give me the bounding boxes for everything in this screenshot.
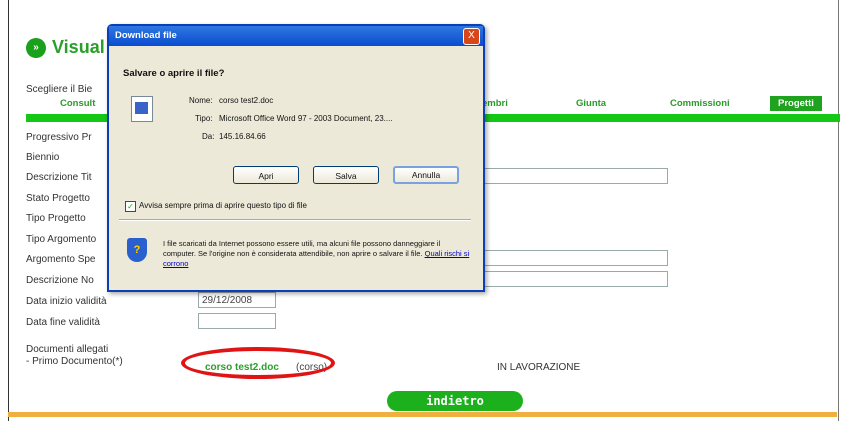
- from-value: 145.16.84.66: [219, 132, 266, 141]
- argomento-spec-input[interactable]: [482, 250, 668, 266]
- label-descrizione-titolo: Descrizione Tit: [26, 172, 92, 183]
- type-label: Tipo:: [195, 114, 213, 123]
- dialog-title: Download file: [109, 26, 483, 46]
- from-label: Da:: [202, 132, 215, 141]
- type-value: Microsoft Office Word 97 - 2003 Document…: [219, 114, 393, 123]
- always-ask-checkbox[interactable]: ✓: [125, 201, 136, 212]
- open-button[interactable]: Apri: [233, 166, 299, 184]
- label-tipo-progetto: Tipo Progetto: [26, 213, 86, 224]
- security-shield-icon: ?: [127, 238, 147, 262]
- always-ask-label: Avvisa sempre prima di aprire questo tip…: [139, 201, 307, 210]
- label-descrizione-note: Descrizione No: [26, 275, 94, 286]
- data-fine-input[interactable]: [198, 313, 276, 329]
- warning-text: I file scaricati da Internet possono ess…: [163, 239, 441, 258]
- cancel-button[interactable]: Annulla: [393, 166, 459, 184]
- footer-bar: [8, 412, 837, 417]
- label-stato-progetto: Stato Progetto: [26, 193, 90, 204]
- documents-label-line-1: Documenti allegati: [26, 344, 109, 355]
- documents-label: Documenti allegati - Primo Documento(*): [26, 344, 123, 368]
- close-icon[interactable]: X: [463, 28, 480, 45]
- download-dialog: Download file X Salvare o aprire il file…: [107, 24, 485, 292]
- double-arrow-icon: »: [26, 38, 46, 58]
- data-inizio-input[interactable]: 29/12/2008: [198, 292, 276, 308]
- tab-commissioni[interactable]: Commissioni: [670, 98, 730, 109]
- save-button[interactable]: Salva: [313, 166, 379, 184]
- label-tipo-argomento: Tipo Argomento: [26, 234, 97, 245]
- status-text: IN LAVORAZIONE: [497, 362, 581, 373]
- label-argomento-spec: Argomento Spe: [26, 254, 96, 265]
- highlight-oval: [181, 347, 335, 379]
- label-biennio: Biennio: [26, 152, 60, 163]
- label-data-fine: Data fine validità: [26, 317, 100, 328]
- back-button[interactable]: indietro: [387, 391, 523, 411]
- descrizione-titolo-input[interactable]: [482, 168, 668, 184]
- tab-consulta[interactable]: Consult: [60, 98, 95, 109]
- dialog-separator: [119, 219, 471, 221]
- label-progressivo: Progressivo Pr: [26, 132, 92, 143]
- security-warning: I file scaricati da Internet possono ess…: [163, 239, 473, 269]
- page-title: Visual: [52, 37, 105, 57]
- tab-progetti[interactable]: Progetti: [770, 96, 822, 111]
- name-label: Nome:: [189, 96, 213, 105]
- name-value: corso test2.doc: [219, 96, 274, 105]
- choose-label: Scegliere il Bie: [26, 84, 93, 95]
- dialog-question: Salvare o aprire il file?: [123, 68, 225, 79]
- documents-label-line-2: - Primo Documento(*): [26, 356, 123, 367]
- tab-membri[interactable]: embri: [482, 98, 508, 109]
- descrizione-note-input[interactable]: [482, 271, 668, 287]
- tab-giunta[interactable]: Giunta: [576, 98, 606, 109]
- word-document-icon: [131, 96, 153, 122]
- label-data-inizio: Data inizio validità: [26, 296, 107, 307]
